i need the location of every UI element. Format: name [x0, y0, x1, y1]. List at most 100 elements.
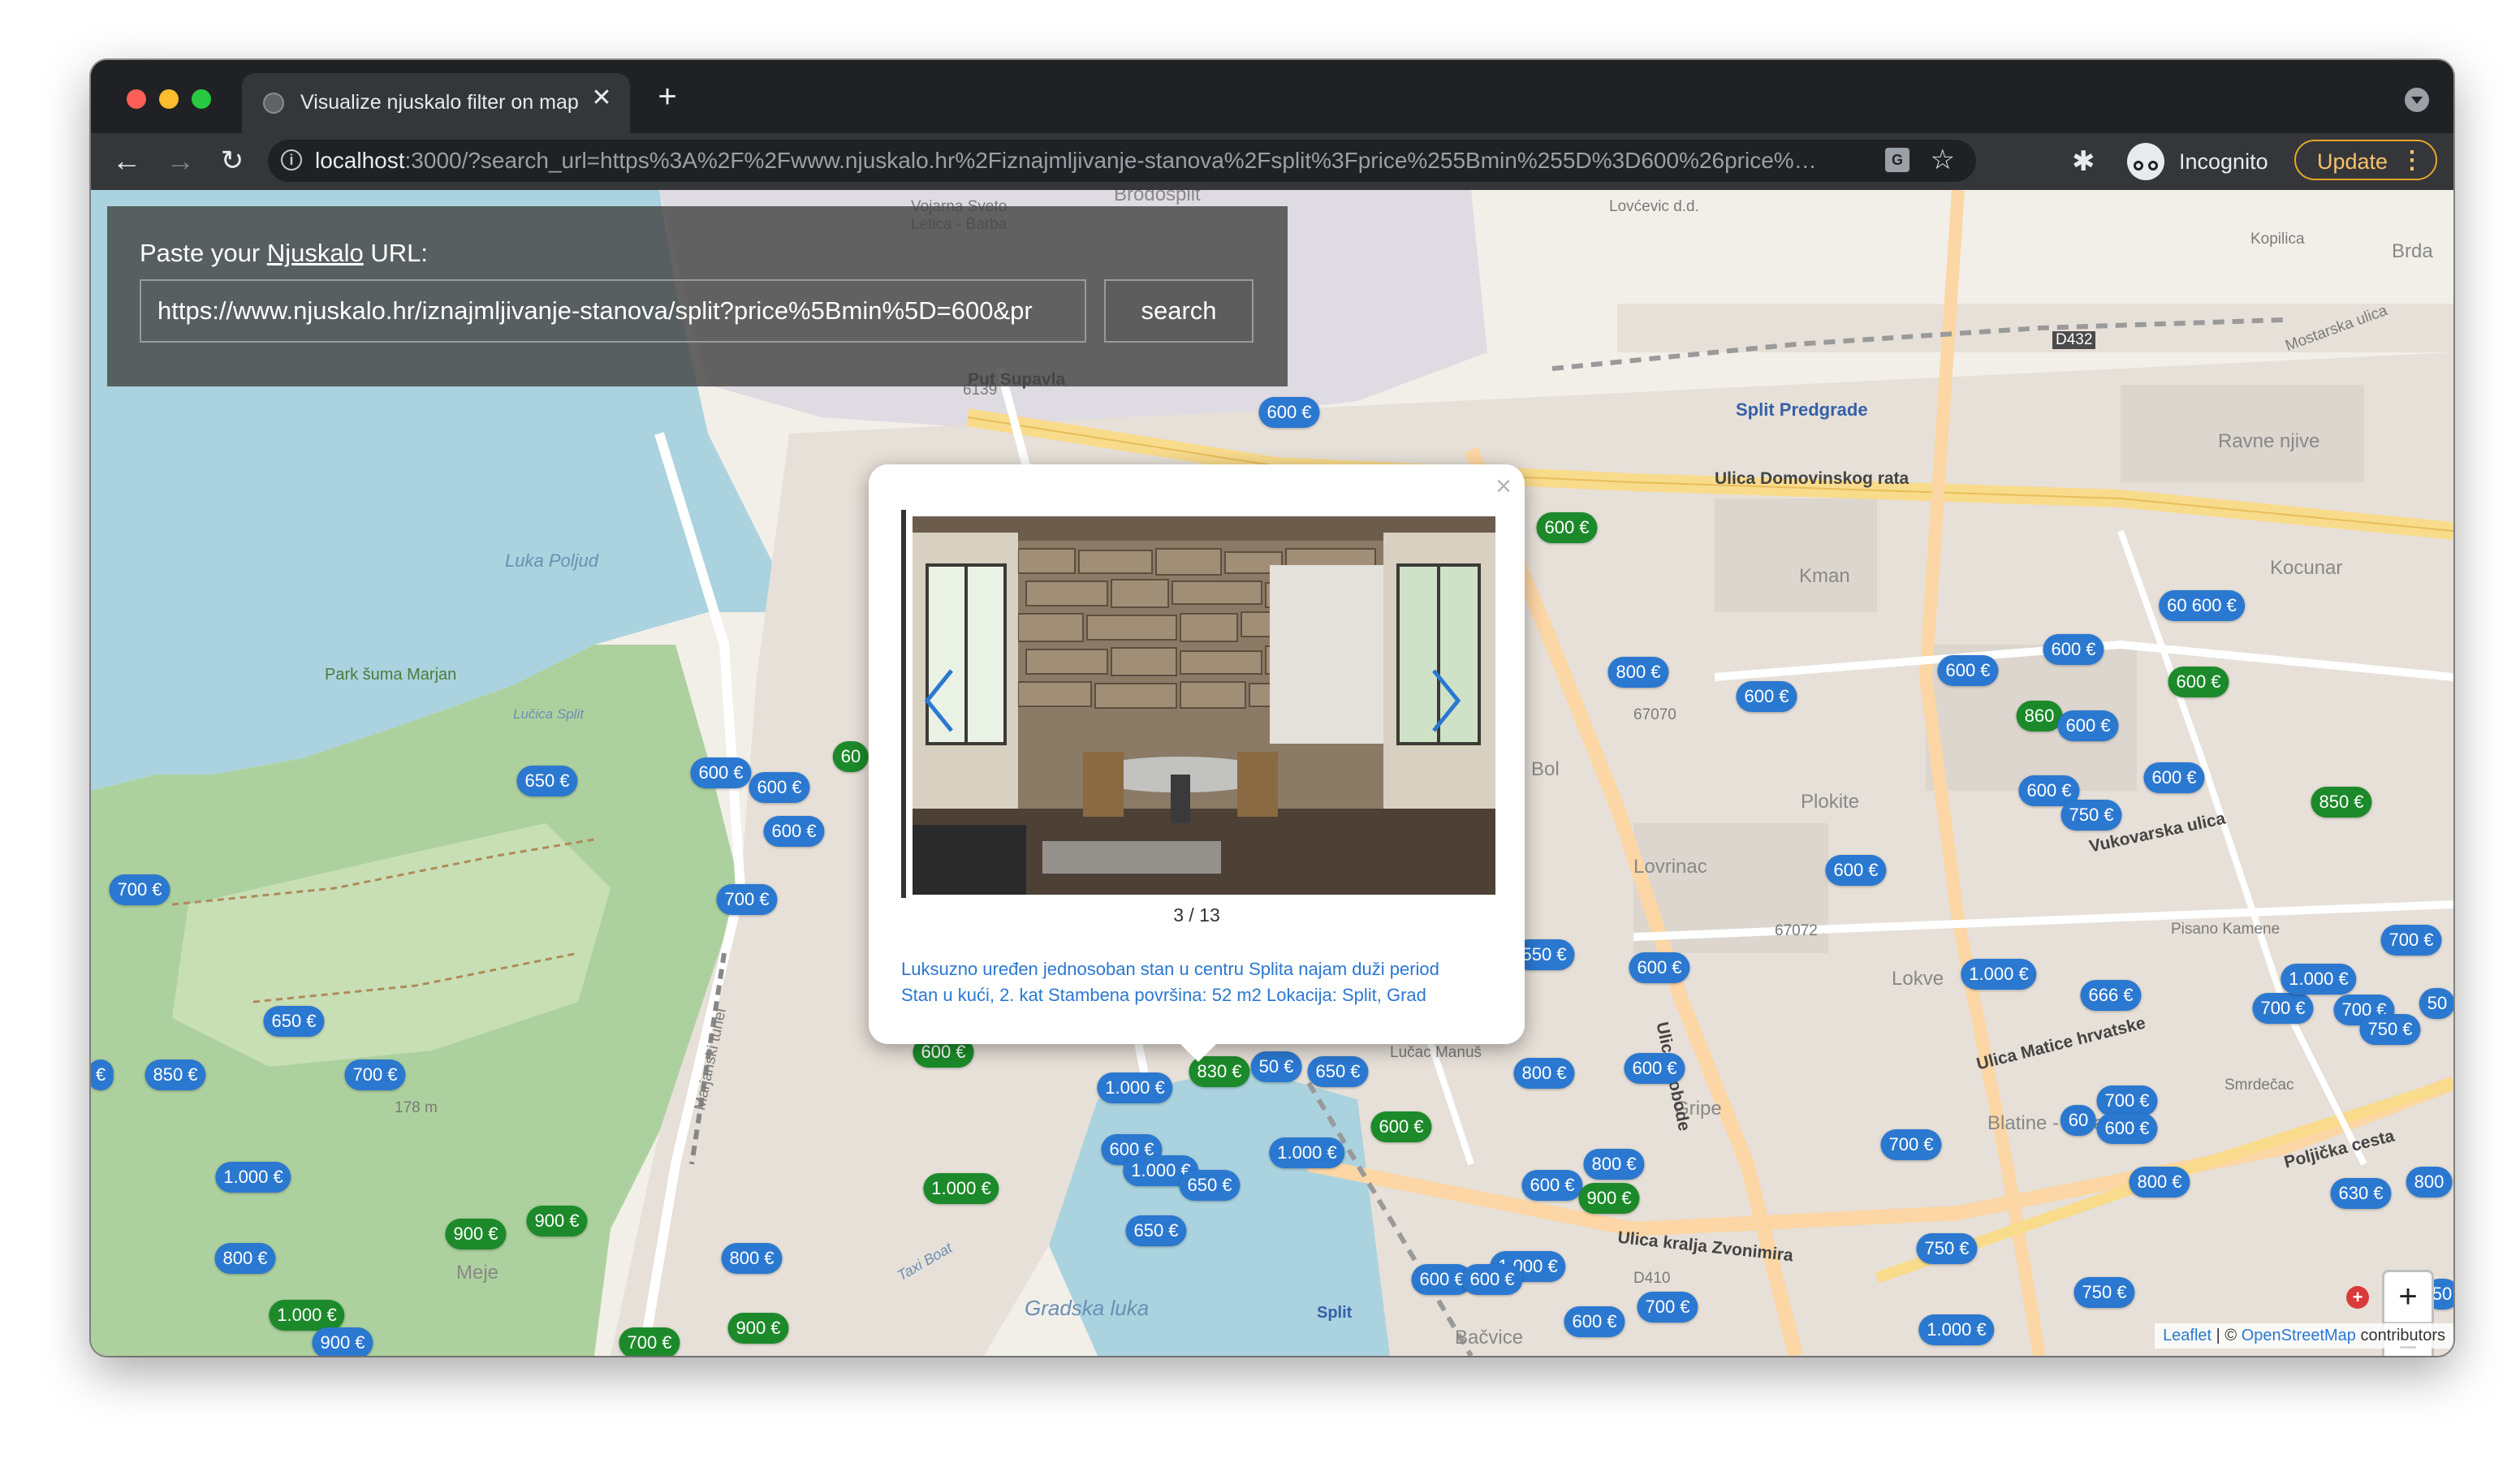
price-marker[interactable]: 600 € [1624, 1053, 1685, 1084]
zoom-in-button[interactable]: + [2384, 1272, 2432, 1323]
incognito-icon[interactable] [2127, 143, 2164, 180]
price-marker[interactable]: € [91, 1059, 114, 1090]
price-marker[interactable]: 700 € [1880, 1129, 1942, 1160]
price-marker[interactable]: 700 € [2096, 1085, 2158, 1116]
price-marker[interactable]: 1.000 € [923, 1173, 999, 1204]
price-marker[interactable]: 666 € [2080, 980, 2142, 1011]
price-marker[interactable]: 600 € [1370, 1111, 1432, 1142]
price-marker[interactable]: 900 € [312, 1327, 373, 1356]
price-marker[interactable]: 800 € [1607, 657, 1669, 688]
reload-icon[interactable]: ↻ [213, 141, 252, 180]
price-marker[interactable]: 60 [832, 741, 869, 772]
url-text[interactable]: localhost:3000/?search_url=https%3A%2F%2… [315, 148, 1906, 174]
close-window-button[interactable] [127, 89, 146, 109]
incognito-label[interactable]: Incognito [2179, 149, 2268, 175]
map-viewport[interactable]: Brodosplit Vojarna Sveto Letica - Barba … [91, 190, 2453, 1356]
translate-icon[interactable]: G [1885, 148, 1909, 172]
price-marker[interactable]: 800 [2406, 1167, 2453, 1198]
price-marker[interactable]: 650 € [1179, 1170, 1241, 1201]
price-marker[interactable]: 1.000 € [1269, 1137, 1345, 1168]
leaflet-link[interactable]: Leaflet [2163, 1327, 2211, 1344]
price-marker[interactable]: 600 € [2168, 667, 2229, 697]
address-bar[interactable]: i localhost:3000/?search_url=https%3A%2F… [268, 140, 1976, 182]
url-input[interactable]: https://www.njuskalo.hr/iznajmljivanje-s… [140, 279, 1086, 343]
forward-icon[interactable]: → [161, 141, 200, 180]
price-marker[interactable]: 800 € [214, 1243, 276, 1274]
price-marker[interactable]: 700 € [619, 1327, 680, 1356]
price-marker[interactable]: 800 € [1513, 1058, 1575, 1089]
njuskalo-link[interactable]: Njuskalo [267, 239, 364, 267]
price-marker[interactable]: 600 € [2043, 634, 2104, 665]
price-marker[interactable]: 800 € [1583, 1149, 1645, 1180]
new-tab-button[interactable]: + [651, 80, 684, 114]
price-marker[interactable]: 750 € [1916, 1233, 1978, 1264]
minimize-window-button[interactable] [159, 89, 179, 109]
price-marker[interactable]: 600 € [1258, 397, 1320, 428]
price-marker[interactable]: 900 € [526, 1206, 588, 1236]
price-marker[interactable]: 50 € [1250, 1051, 1302, 1082]
price-marker[interactable]: 600 € [1937, 655, 1999, 686]
price-marker[interactable]: 750 € [2073, 1277, 2135, 1308]
price-marker[interactable]: 60 [2060, 1105, 2097, 1136]
price-marker[interactable]: 860 [2016, 701, 2063, 732]
search-button[interactable]: search [1104, 279, 1254, 343]
price-marker[interactable]: 800 € [2129, 1167, 2190, 1198]
maximize-window-button[interactable] [192, 89, 211, 109]
price-marker[interactable]: 1.000 € [215, 1162, 291, 1193]
price-marker[interactable]: 850 € [145, 1059, 206, 1090]
price-marker[interactable]: 1.000 € [1097, 1072, 1173, 1103]
update-button[interactable]: Update ⋮ [2294, 140, 2437, 180]
price-marker[interactable]: 650 € [516, 766, 578, 796]
price-marker[interactable]: 850 € [2311, 787, 2372, 818]
price-marker[interactable]: 1.000 € [1961, 959, 2037, 990]
price-marker[interactable]: 60 600 € [2159, 590, 2245, 621]
tab-active[interactable]: Visualize njuskalo filter on map ✕ [242, 73, 630, 133]
price-marker[interactable]: 630 € [2330, 1178, 2392, 1209]
photo-carousel[interactable] [901, 510, 1497, 898]
price-marker[interactable]: 600 € [1629, 952, 1690, 983]
price-marker[interactable]: 700 € [109, 874, 170, 905]
price-marker[interactable]: 600 € [1825, 855, 1887, 886]
price-marker[interactable]: 1.000 € [269, 1300, 345, 1331]
price-marker[interactable]: 1.000 € [2281, 964, 2357, 995]
price-marker[interactable]: 700 € [344, 1059, 406, 1090]
price-marker[interactable]: 900 € [727, 1313, 789, 1344]
price-marker[interactable]: 600 € [690, 757, 752, 788]
listing-description-link[interactable]: Luksuzno uređen jednosoban stan u centru… [901, 956, 1502, 1008]
price-marker[interactable]: 800 € [721, 1243, 783, 1274]
price-marker[interactable]: 600 € [1564, 1306, 1625, 1337]
tab-close-icon[interactable]: ✕ [588, 84, 615, 112]
price-marker[interactable]: 600 € [1536, 512, 1598, 543]
info-icon[interactable]: i [281, 149, 302, 170]
price-marker[interactable]: 650 € [263, 1006, 325, 1037]
price-marker[interactable]: 600 € [1461, 1264, 1523, 1295]
price-marker[interactable]: 900 € [1578, 1183, 1640, 1214]
price-marker[interactable]: 1.000 € [1918, 1314, 1995, 1345]
map-attribution: Leaflet | © OpenStreetMap contributors [2155, 1323, 2453, 1349]
extensions-icon[interactable]: ✱ [2072, 148, 2095, 175]
price-marker[interactable]: 700 € [1637, 1292, 1698, 1323]
price-marker[interactable]: 700 € [2252, 993, 2314, 1024]
price-marker[interactable]: 650 € [1125, 1215, 1187, 1246]
close-icon[interactable]: × [1495, 473, 1512, 500]
price-marker[interactable]: 750 € [2359, 1014, 2421, 1045]
osm-link[interactable]: OpenStreetMap [2242, 1327, 2356, 1344]
price-marker[interactable]: 600 € [2096, 1113, 2158, 1144]
price-marker[interactable]: 700 € [2380, 925, 2442, 956]
star-icon[interactable]: ☆ [1931, 145, 1955, 175]
price-marker[interactable]: 600 € [1521, 1170, 1583, 1201]
price-marker[interactable]: 750 € [2060, 800, 2122, 831]
previous-arrow-icon[interactable] [919, 664, 960, 737]
next-arrow-icon[interactable] [1426, 664, 1466, 737]
price-marker[interactable]: 600 € [763, 816, 825, 847]
price-marker[interactable]: 50 [2419, 988, 2453, 1019]
tab-search-icon[interactable] [2405, 88, 2429, 112]
price-marker[interactable]: 600 € [2057, 710, 2119, 741]
back-icon[interactable]: ← [107, 141, 146, 180]
price-marker[interactable]: 650 € [1307, 1056, 1369, 1087]
price-marker[interactable]: 700 € [716, 884, 778, 915]
price-marker[interactable]: 600 € [749, 772, 810, 803]
price-marker[interactable]: 600 € [1736, 681, 1797, 712]
price-marker[interactable]: 900 € [445, 1219, 507, 1249]
price-marker[interactable]: 600 € [2143, 762, 2205, 793]
